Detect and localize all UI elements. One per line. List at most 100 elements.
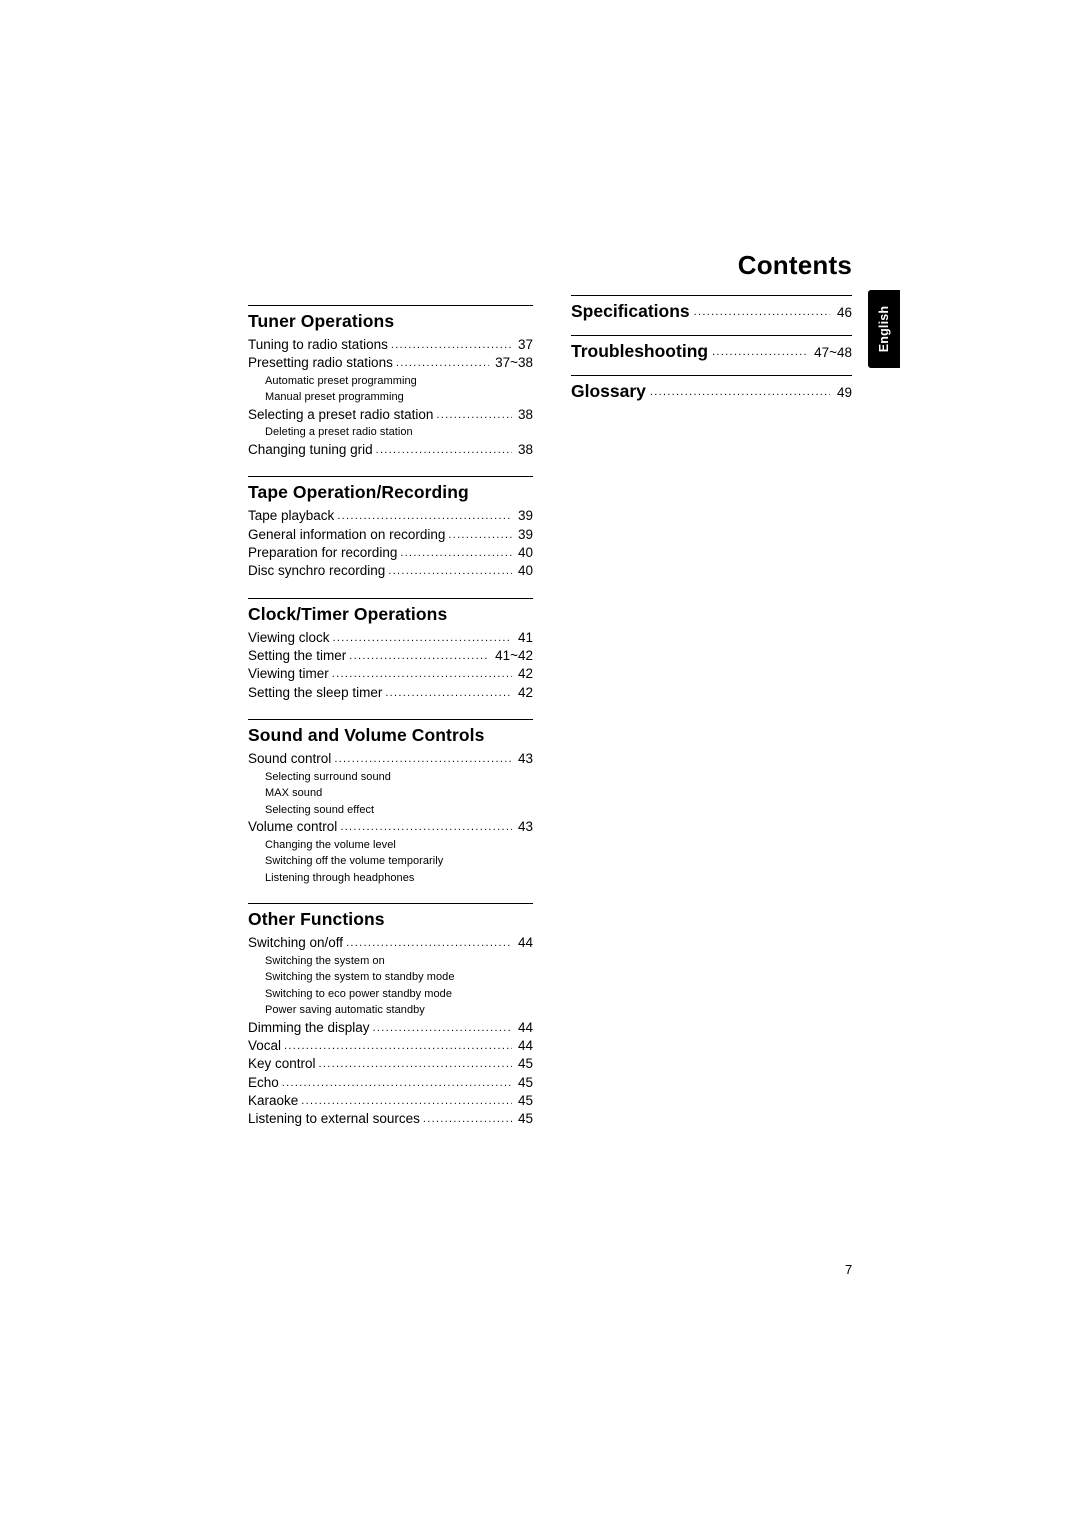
toc-entry-page: 38 <box>517 441 533 457</box>
toc-entry[interactable]: Disc synchro recording..................… <box>248 562 533 580</box>
toc-entry[interactable]: Viewing clock...........................… <box>248 629 533 647</box>
toc-entry-page: 44 <box>517 1019 533 1035</box>
toc-entry-label: Changing tuning grid <box>248 441 373 457</box>
toc-entry[interactable]: Viewing timer...........................… <box>248 665 533 683</box>
toc-entry-page: 49 <box>836 385 852 400</box>
toc-section: Troubleshooting.........................… <box>571 335 852 362</box>
toc-entry[interactable]: Changing tuning grid....................… <box>248 441 533 459</box>
toc-leader-dots: ........................................… <box>281 1076 512 1089</box>
toc-entry-page: 46 <box>836 305 852 320</box>
toc-leader-dots: ........................................… <box>385 686 512 699</box>
toc-entry[interactable]: Troubleshooting.........................… <box>571 341 852 362</box>
toc-entry-page: 39 <box>517 508 533 524</box>
toc-leader-dots: ........................................… <box>331 668 512 681</box>
section-heading: Tuner Operations <box>248 311 395 331</box>
toc-entry-label: Setting the timer <box>248 648 347 664</box>
toc-entry[interactable]: Dimming the display.....................… <box>248 1019 533 1037</box>
toc-subentry[interactable]: Power saving automatic standby <box>248 1002 533 1019</box>
toc-entry[interactable]: Key control.............................… <box>248 1055 533 1073</box>
toc-leader-dots: ........................................… <box>448 528 512 541</box>
toc-entry-label: Specifications <box>571 301 690 321</box>
toc-entry[interactable]: Preparation for recording...............… <box>248 544 533 562</box>
toc-entry[interactable]: Sound control...........................… <box>248 750 533 768</box>
section-divider <box>571 335 852 336</box>
section-divider <box>571 375 852 376</box>
toc-entry-label: General information on recording <box>248 526 446 542</box>
toc-subentry[interactable]: Automatic preset programming <box>248 373 533 390</box>
toc-subentry[interactable]: Switching off the volume temporarily <box>248 853 533 870</box>
toc-subentry[interactable]: Switching the system to standby mode <box>248 969 533 986</box>
toc-leader-dots: ........................................… <box>388 565 512 578</box>
toc-entry-label: Listening to external sources <box>248 1111 420 1127</box>
toc-entry-label: Sound control <box>248 751 332 767</box>
toc-leader-dots: ........................................… <box>332 631 512 644</box>
toc-entry[interactable]: Echo....................................… <box>248 1074 533 1092</box>
toc-entry-label: Selecting a preset radio station <box>248 406 434 422</box>
toc-entry[interactable]: Presetting radio stations...............… <box>248 354 533 372</box>
toc-entry[interactable]: Setting the timer.......................… <box>248 647 533 665</box>
toc-entry-label: Viewing timer <box>248 666 329 682</box>
section-divider <box>248 305 533 306</box>
toc-leader-dots: ........................................… <box>395 357 490 370</box>
toc-entry-page: 37 <box>517 337 533 353</box>
section-divider <box>571 295 852 296</box>
toc-entry[interactable]: Specifications..........................… <box>571 301 852 322</box>
toc-entry-label: Dimming the display <box>248 1019 370 1035</box>
toc-entry-page: 41~42 <box>495 648 533 664</box>
toc-entry-page: 45 <box>517 1056 533 1072</box>
toc-leader-dots: ........................................… <box>284 1039 512 1052</box>
section-divider <box>248 903 533 905</box>
toc-subentry[interactable]: MAX sound <box>248 785 533 802</box>
toc-entry-label: Glossary <box>571 381 646 401</box>
toc-leader-dots: ........................................… <box>301 1094 512 1107</box>
toc-entry[interactable]: Volume control..........................… <box>248 818 533 836</box>
toc-entry-page: 43 <box>517 751 533 767</box>
toc-subentry[interactable]: Selecting surround sound <box>248 769 533 786</box>
toc-entry-label: Troubleshooting <box>571 341 709 361</box>
toc-subentry[interactable]: Switching the system on <box>248 953 533 970</box>
toc-subentry[interactable]: Changing the volume level <box>248 837 533 854</box>
toc-entry-label: Presetting radio stations <box>248 355 393 371</box>
toc-leader-dots: ........................................… <box>337 510 512 523</box>
toc-entry-page: 42 <box>517 684 533 700</box>
toc-entry-label: Switching on/off <box>248 935 344 951</box>
section-heading: Clock/Timer Operations <box>248 603 448 624</box>
toc-entry[interactable]: General information on recording........… <box>248 526 533 544</box>
toc-entry[interactable]: Glossary................................… <box>571 381 852 402</box>
toc-entry[interactable]: Switching on/off........................… <box>248 934 533 952</box>
language-tab-label: English <box>877 305 891 353</box>
toc-entry[interactable]: Vocal...................................… <box>248 1037 533 1055</box>
toc-entry[interactable]: Setting the sleep timer.................… <box>248 684 533 702</box>
toc-entry-label: Setting the sleep timer <box>248 684 383 700</box>
toc-entry-page: 37~38 <box>495 355 533 371</box>
toc-section: Clock/Timer Operations Viewing clock.....… <box>248 597 533 703</box>
toc-leader-dots: ........................................… <box>436 408 512 421</box>
toc-entry-page: 40 <box>517 563 533 579</box>
toc-subentry[interactable]: Manual preset programming <box>248 389 533 406</box>
toc-entry[interactable]: Tape playback...........................… <box>248 507 533 525</box>
toc-subentry[interactable]: Switching to eco power standby mode <box>248 986 533 1003</box>
toc-entry[interactable]: Listening to external sources...........… <box>248 1110 533 1128</box>
toc-leader-dots: ........................................… <box>649 386 830 398</box>
section-divider <box>248 719 533 721</box>
toc-section: Sound and Volume Controls Sound control..… <box>248 719 533 886</box>
toc-entry-page: 41 <box>517 629 533 645</box>
toc-entry[interactable]: Selecting a preset radio station........… <box>248 406 533 424</box>
toc-subentry[interactable]: Deleting a preset radio station <box>248 424 533 441</box>
toc-leader-dots: ........................................… <box>390 339 512 352</box>
toc-entry-page: 42 <box>517 666 533 682</box>
toc-leader-dots: ........................................… <box>422 1113 512 1126</box>
toc-entry-page: 45 <box>517 1092 533 1108</box>
toc-entry[interactable]: Tuning to radio stations................… <box>248 336 533 354</box>
toc-subentry[interactable]: Selecting sound effect <box>248 802 533 819</box>
toc-entry-label: Vocal <box>248 1037 282 1053</box>
toc-section: Glossary................................… <box>571 375 852 402</box>
section-divider <box>248 476 533 478</box>
toc-leader-dots: ........................................… <box>346 937 512 950</box>
toc-entry-label: Viewing clock <box>248 629 330 645</box>
toc-entry[interactable]: Karaoke.................................… <box>248 1092 533 1110</box>
toc-leader-dots: ........................................… <box>375 443 512 456</box>
section-heading: Other Functions <box>248 909 385 930</box>
toc-subentry[interactable]: Listening through headphones <box>248 870 533 887</box>
toc-page: Contents English Tuner Operations Tuning … <box>0 0 1080 1527</box>
